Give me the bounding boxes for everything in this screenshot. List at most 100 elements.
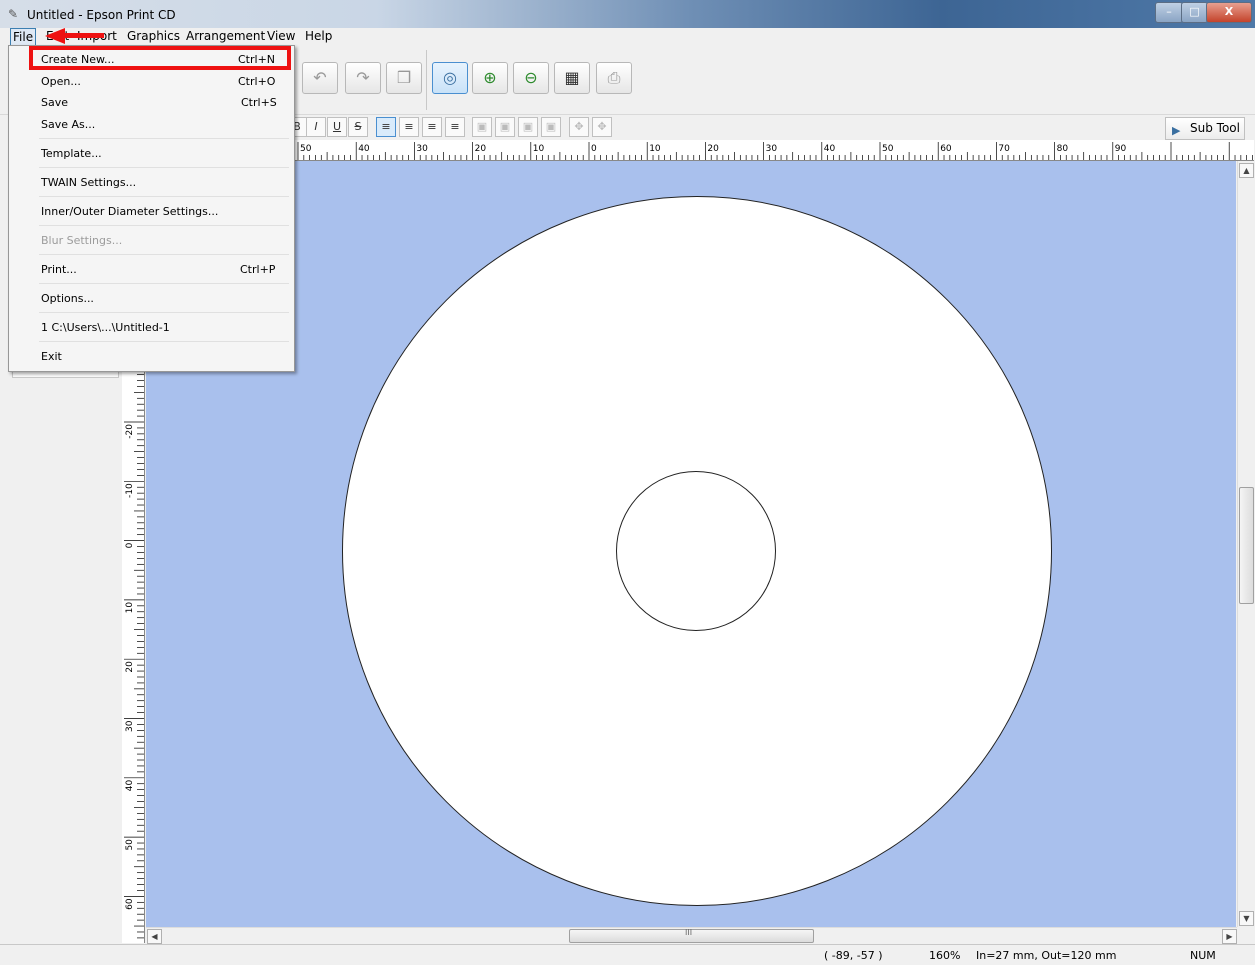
ruler-label: 0 — [125, 542, 135, 548]
maximize-button[interactable]: □ — [1181, 2, 1208, 23]
menu-help[interactable]: Help — [303, 28, 334, 45]
menu-print[interactable]: Print... — [41, 263, 77, 276]
zoom-in-button[interactable]: ⊕ — [472, 62, 508, 94]
sub-tool-label: Sub Tool — [1190, 121, 1240, 135]
app-icon: ✎ — [8, 7, 19, 21]
undo-button[interactable]: ↶ — [302, 62, 338, 94]
align-center-icon: ≡ — [404, 120, 414, 133]
ruler-label: 90 — [1115, 144, 1127, 154]
redo-icon: ↷ — [356, 68, 370, 87]
scroll-left-arrow[interactable]: ◀ — [147, 929, 162, 944]
grid-button[interactable]: ▦ — [554, 62, 590, 94]
toolbar-separator — [426, 50, 427, 110]
minimize-button[interactable]: – — [1155, 2, 1183, 23]
align-top-button[interactable]: ▣ — [472, 117, 492, 137]
align-right-button[interactable]: ≡ — [422, 117, 442, 137]
redo-button[interactable]: ↷ — [345, 62, 381, 94]
ruler-label: -20 — [125, 424, 135, 439]
shortcut-print: Ctrl+P — [240, 263, 276, 276]
object-button[interactable]: ❒ — [386, 62, 422, 94]
underline-button[interactable]: U — [327, 117, 347, 137]
scroll-up-arrow[interactable]: ▲ — [1239, 163, 1254, 178]
ruler-label: 20 — [125, 661, 135, 673]
ruler-label: 60 — [940, 144, 952, 154]
grid-icon: ▦ — [564, 68, 580, 87]
align-center-button[interactable]: ≡ — [399, 117, 419, 137]
cd-inner-hole — [616, 471, 776, 631]
ruler-label: 30 — [125, 720, 135, 732]
ruler-label: 50 — [300, 144, 312, 154]
ruler-label: 10 — [533, 144, 545, 154]
ruler-horizontal: 706050403020100102030405060708090 — [146, 140, 1254, 161]
ruler-label: 40 — [358, 144, 370, 154]
align-bottom-button[interactable]: ▣ — [518, 117, 538, 137]
align-edge-icon: ▣ — [545, 120, 557, 133]
scroll-down-arrow[interactable]: ▼ — [1239, 911, 1254, 926]
window-title: Untitled - Epson Print CD — [27, 8, 176, 22]
menu-view[interactable]: View — [265, 28, 297, 45]
menu-save[interactable]: Save — [41, 96, 68, 109]
ruler-label: 40 — [125, 780, 135, 792]
menu-recent-file[interactable]: 1 C:\Users\...\Untitled-1 — [41, 321, 170, 334]
distribute-vertical-button[interactable]: ✥ — [592, 117, 612, 137]
menu-template[interactable]: Template... — [41, 147, 102, 160]
align-top-icon: ▣ — [476, 120, 488, 133]
menu-separator — [39, 167, 289, 168]
zoom-out-icon: ⊖ — [524, 68, 538, 87]
ruler-label: 10 — [125, 602, 135, 614]
print-preview-button[interactable]: ⎙ — [596, 62, 632, 94]
menu-save-as[interactable]: Save As... — [41, 118, 95, 131]
menu-separator — [39, 283, 289, 284]
align-left-button[interactable]: ≡ — [376, 117, 396, 137]
zoom-in-icon: ⊕ — [483, 68, 497, 87]
strikethrough-button[interactable]: S — [348, 117, 368, 137]
ruler-label: 80 — [1057, 144, 1069, 154]
ruler-label: 50 — [125, 839, 135, 851]
ruler-horizontal-ticks: 706050403020100102030405060708090 — [181, 142, 1253, 160]
horizontal-scroll-thumb[interactable]: III — [569, 928, 814, 943]
scroll-right-arrow[interactable]: ▶ — [1222, 929, 1237, 944]
distribute-vertical-icon: ✥ — [597, 120, 607, 133]
vertical-scroll-thumb[interactable] — [1239, 487, 1254, 604]
align-middle-icon: ▣ — [499, 120, 511, 133]
status-numlock: NUM — [1190, 949, 1216, 962]
disc-view-button[interactable]: ◎ — [432, 62, 468, 94]
ruler-label: 10 — [649, 144, 661, 154]
align-left-icon: ≡ — [381, 120, 391, 133]
ruler-label: -10 — [125, 483, 135, 498]
menu-exit[interactable]: Exit — [41, 350, 62, 363]
menu-twain-settings[interactable]: TWAIN Settings... — [41, 176, 136, 189]
close-button[interactable]: X — [1206, 2, 1252, 23]
menu-open[interactable]: Open... — [41, 75, 81, 88]
menu-separator — [39, 225, 289, 226]
highlight-box — [29, 46, 291, 70]
shortcut-open: Ctrl+O — [238, 75, 276, 88]
menu-graphics[interactable]: Graphics — [125, 28, 182, 45]
zoom-out-button[interactable]: ⊖ — [513, 62, 549, 94]
design-canvas[interactable] — [146, 161, 1236, 927]
menu-arrangement[interactable]: Arrangement — [184, 28, 267, 45]
status-diameter: In=27 mm, Out=120 mm — [976, 949, 1117, 962]
align-edge-button[interactable]: ▣ — [541, 117, 561, 137]
annotation-arrow-shaft — [64, 33, 104, 38]
file-menu-dropdown: Create New... Ctrl+N Open... Ctrl+O Save… — [8, 45, 295, 372]
menu-blur-settings: Blur Settings... — [41, 234, 123, 247]
sub-tool-button[interactable]: ▶ Sub Tool — [1165, 117, 1245, 140]
align-middle-button[interactable]: ▣ — [495, 117, 515, 137]
justify-button[interactable]: ≡ — [445, 117, 465, 137]
ruler-label: 50 — [882, 144, 894, 154]
scroll-grip: III — [685, 928, 693, 937]
status-coordinates: ( -89, -57 ) — [824, 949, 883, 962]
ruler-label: 20 — [475, 144, 487, 154]
menu-options[interactable]: Options... — [41, 292, 94, 305]
distribute-horizontal-button[interactable]: ✥ — [569, 117, 589, 137]
menu-separator — [39, 254, 289, 255]
disc-view-icon: ◎ — [443, 68, 457, 87]
align-right-icon: ≡ — [427, 120, 437, 133]
shortcut-save: Ctrl+S — [241, 96, 277, 109]
ruler-label: 40 — [824, 144, 836, 154]
menu-separator — [39, 196, 289, 197]
menu-diameter-settings[interactable]: Inner/Outer Diameter Settings... — [41, 205, 218, 218]
print-preview-icon: ⎙ — [607, 68, 621, 87]
italic-button[interactable]: I — [306, 117, 326, 137]
